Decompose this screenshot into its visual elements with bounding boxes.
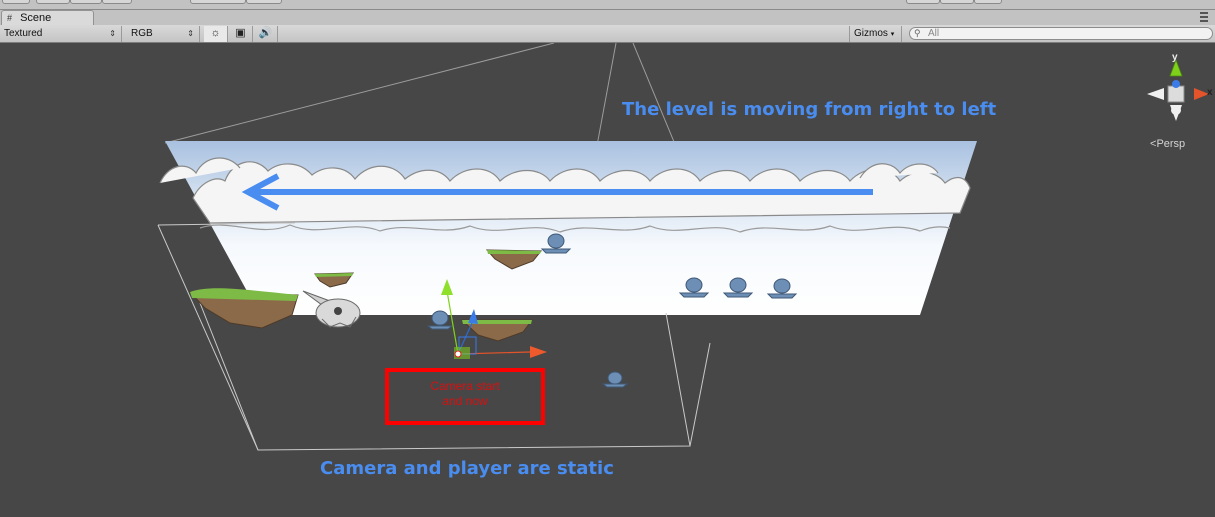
projection-label: Persp [1156,138,1186,150]
grid-icon: # [7,13,13,23]
layout-button-7[interactable] [906,0,940,4]
layout-button-5[interactable] [190,0,246,4]
octopus-enemy-6 [601,371,629,388]
search-icon: ⚲ [914,28,921,38]
camera-box-label: Camera start and now [430,379,500,408]
floating-island-1[interactable] [188,288,299,329]
layout-button-6[interactable] [246,0,282,4]
layout-button-4[interactable] [102,0,132,4]
tab-scene[interactable]: # Scene [1,10,94,26]
camera-highlight-box: Camera start and now [385,368,545,425]
render-mode-value: Textured [4,28,43,39]
layout-button-3[interactable] [70,0,102,4]
tab-row: # Scene [0,10,1215,26]
gizmos-dropdown[interactable]: Gizmos ▾ [849,26,902,42]
scene-audio-toggle[interactable]: 🔊 [254,26,278,42]
color-mode-value: RGB [131,28,153,39]
scene-viewport[interactable]: The level is moving from right to left C… [0,43,1215,517]
scene-effects-toggle[interactable]: ▣ [229,26,253,42]
scene-search-input[interactable]: ⚲ All [909,27,1213,40]
axis-y-label: y [1172,52,1178,63]
render-mode-dropdown[interactable]: Textured ⇕ [0,26,122,42]
chevron-down-icon: ▾ [890,31,895,38]
chevron-updown-icon: ⇕ [109,29,116,38]
layout-button-2[interactable] [36,0,70,4]
annotation-level-moving: The level is moving from right to left [622,99,997,120]
image-icon: ▣ [235,27,246,39]
gizmos-label: Gizmos [854,28,888,39]
scene-toolbar: Textured ⇕ RGB ⇕ ☼ ▣ 🔊 Gizmos ▾ ⚲ All [0,25,1215,43]
chevron-updown-icon: ⇕ [187,29,194,38]
tab-scene-label: Scene [20,12,52,24]
audio-icon: 🔊 [258,27,273,39]
panel-menu-icon[interactable] [1200,12,1208,22]
axis-x-label: x [1207,87,1213,98]
orientation-gizmo[interactable] [1147,58,1209,121]
layout-button-9[interactable] [974,0,1002,4]
projection-toggle[interactable]: <Persp [1150,138,1185,150]
window-top-strip [0,0,1215,10]
search-value: All [928,28,940,39]
scene-lighting-toggle[interactable]: ☼ [204,26,228,42]
sun-icon: ☼ [210,27,221,39]
annotation-camera-static: Camera and player are static [320,458,614,479]
color-mode-dropdown[interactable]: RGB ⇕ [127,26,200,42]
layout-button-1[interactable] [2,0,30,4]
scene-canvas [157,43,1209,451]
layout-button-8[interactable] [940,0,974,4]
